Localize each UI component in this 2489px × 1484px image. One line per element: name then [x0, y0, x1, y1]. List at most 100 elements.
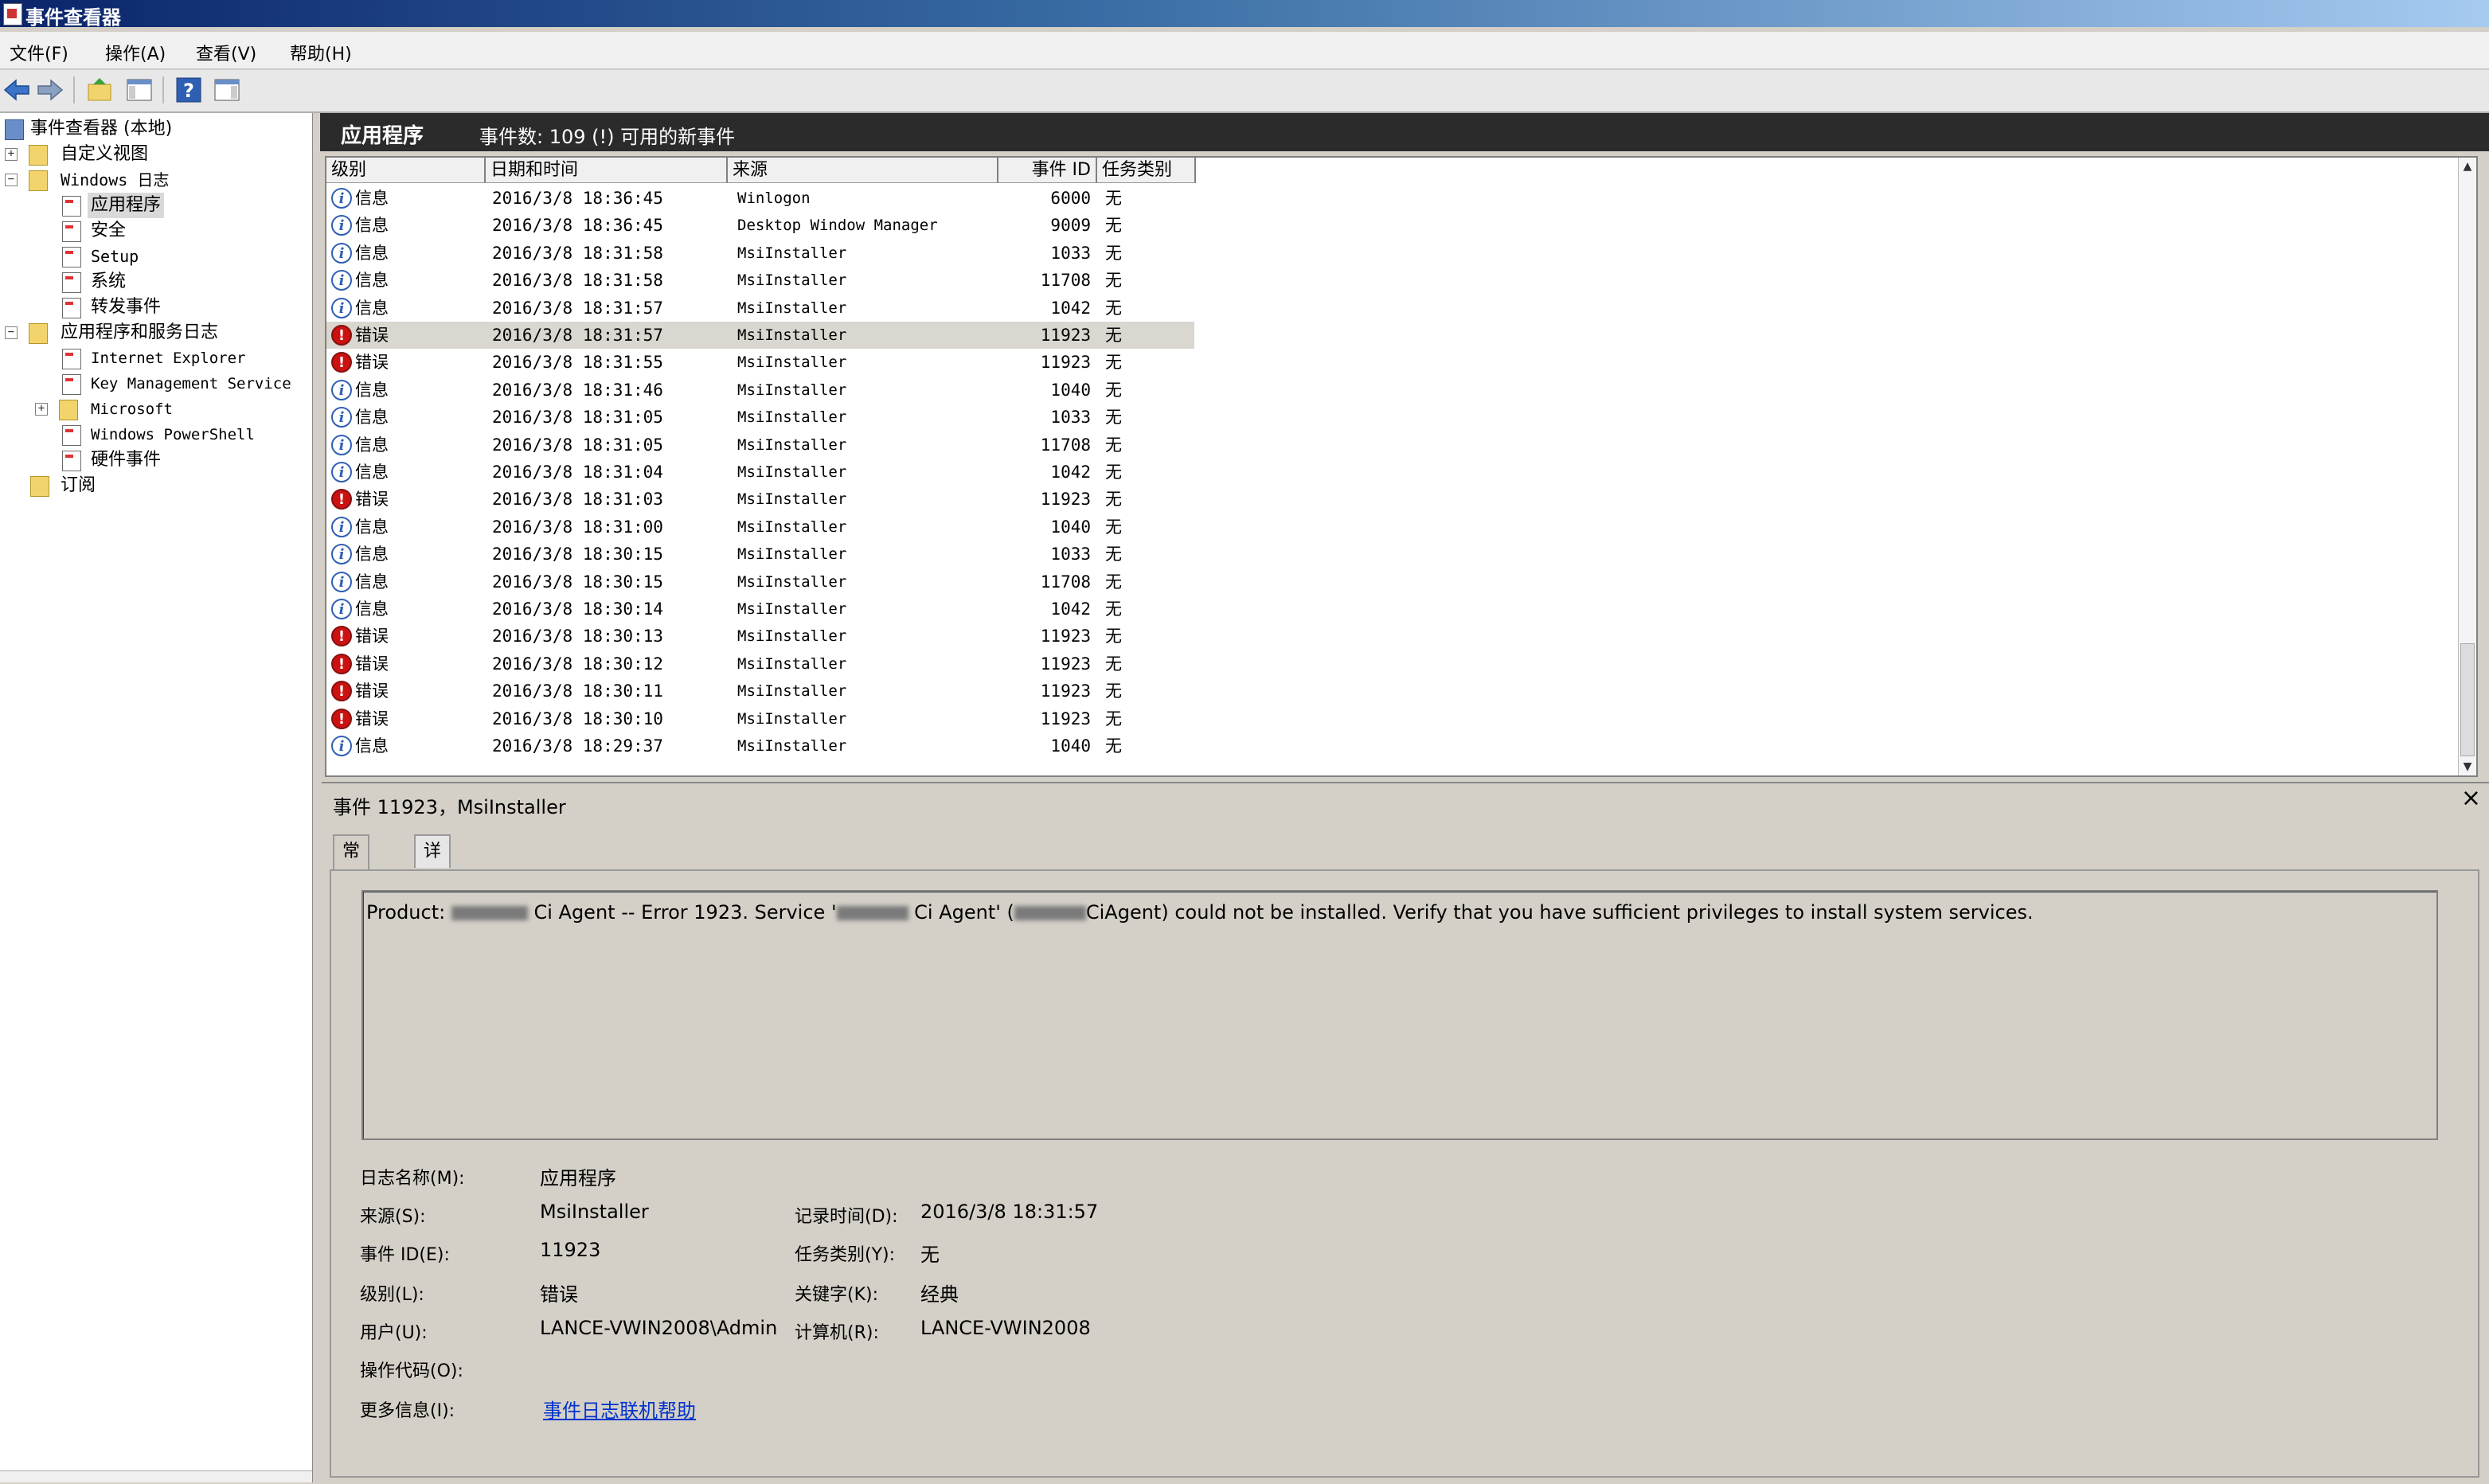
- level-label: 级别(L):: [360, 1285, 424, 1305]
- datetime-cell: 2016/3/8 18:30:11: [492, 681, 663, 701]
- table-row[interactable]: i 信息 2016/3/8 18:29:37 MsiInstaller 1040 无: [326, 732, 1194, 760]
- datetime-cell: 2016/3/8 18:31:58: [492, 243, 663, 263]
- action-pane-icon[interactable]: [212, 75, 242, 105]
- info-icon: i: [331, 270, 352, 291]
- event-id-cell: 1042: [1050, 463, 1091, 482]
- datetime-cell: 2016/3/8 18:31:05: [492, 435, 663, 455]
- table-row[interactable]: i 信息 2016/3/8 18:31:05 MsiInstaller 1033 无: [326, 404, 1194, 431]
- collapse-icon[interactable]: −: [5, 326, 18, 339]
- menu-file[interactable]: 文件(F): [5, 37, 73, 68]
- console-tree-icon[interactable]: [124, 75, 154, 105]
- up-folder-icon[interactable]: [84, 75, 115, 105]
- table-row[interactable]: i 信息 2016/3/8 18:36:45 Winlogon 6000 无: [326, 185, 1194, 212]
- folder-icon: [59, 400, 78, 420]
- column-header-task-category[interactable]: 任务类别: [1097, 158, 1196, 183]
- datetime-cell: 2016/3/8 18:31:04: [492, 463, 663, 482]
- folder-icon: [29, 170, 48, 191]
- back-arrow-icon[interactable]: [2, 75, 32, 105]
- help-icon[interactable]: ?: [174, 75, 204, 105]
- source-cell: MsiInstaller: [737, 271, 847, 290]
- tab-general[interactable]: 常规: [333, 834, 370, 893]
- scroll-up-icon[interactable]: ▲: [2459, 158, 2476, 175]
- scroll-thumb[interactable]: [2460, 643, 2475, 756]
- info-icon: i: [331, 599, 352, 619]
- source-cell: MsiInstaller: [737, 737, 847, 755]
- collapse-icon[interactable]: −: [5, 174, 18, 186]
- event-id-cell: 1040: [1050, 517, 1091, 537]
- table-row[interactable]: i 信息 2016/3/8 18:30:15 MsiInstaller 1033 无: [326, 541, 1194, 568]
- column-header-datetime[interactable]: 日期和时间: [486, 158, 728, 183]
- table-row[interactable]: ! 错误 2016/3/8 18:30:13 MsiInstaller 11923 无: [326, 623, 1194, 650]
- source-cell: MsiInstaller: [737, 545, 847, 564]
- level-cell: 错误: [355, 709, 389, 728]
- table-row[interactable]: i 信息 2016/3/8 18:36:45 Desktop Window Manag…: [326, 212, 1194, 239]
- close-icon[interactable]: ×: [2461, 787, 2481, 810]
- logged-label: 记录时间(D):: [795, 1207, 898, 1227]
- table-row[interactable]: ! 错误 2016/3/8 18:31:03 MsiInstaller 11923 无: [326, 486, 1194, 513]
- column-header-level[interactable]: 级别: [326, 158, 486, 183]
- expand-icon[interactable]: +: [35, 403, 48, 416]
- pane-splitter[interactable]: [313, 113, 321, 1482]
- tree-horizontal-scrollbar[interactable]: [0, 1470, 312, 1482]
- table-row[interactable]: i 信息 2016/3/8 18:31:58 MsiInstaller 1033 无: [326, 240, 1194, 267]
- table-row[interactable]: i 信息 2016/3/8 18:31:05 MsiInstaller 11708 无: [326, 432, 1194, 459]
- table-row[interactable]: ! 错误 2016/3/8 18:30:10 MsiInstaller 11923 无: [326, 705, 1194, 732]
- table-row[interactable]: ! 错误 2016/3/8 18:30:12 MsiInstaller 11923 无: [326, 650, 1194, 678]
- computer-value: LANCE-VWIN2008: [920, 1317, 1091, 1339]
- log-icon: [62, 247, 81, 268]
- event-id-cell: 1033: [1050, 408, 1091, 428]
- toolbar-separator: [162, 76, 164, 103]
- table-row[interactable]: i 信息 2016/3/8 18:31:00 MsiInstaller 1040 无: [326, 514, 1194, 541]
- level-cell: 信息: [355, 545, 389, 564]
- menu-help[interactable]: 帮助(H): [285, 37, 357, 68]
- table-row[interactable]: i 信息 2016/3/8 18:30:14 MsiInstaller 1042 无: [326, 596, 1194, 623]
- task-category-cell: 无: [1105, 216, 1122, 236]
- general-tab-panel: Product: Ci Agent -- Error 1923. Service…: [330, 869, 2479, 1478]
- forward-arrow-icon[interactable]: [35, 75, 65, 105]
- event-log-online-help-link[interactable]: 事件日志联机帮助: [543, 1395, 696, 1423]
- table-row[interactable]: ! 错误 2016/3/8 18:31:55 MsiInstaller 11923 无: [326, 349, 1194, 376]
- source-cell: MsiInstaller: [737, 709, 847, 728]
- log-icon: [62, 374, 81, 395]
- detail-title: 事件 11923，MsiInstaller: [333, 796, 566, 818]
- event-id-cell: 11923: [1040, 654, 1091, 674]
- task-category-cell: 无: [1105, 709, 1122, 728]
- event-id-cell: 1033: [1050, 545, 1091, 564]
- error-icon: !: [331, 626, 352, 647]
- event-count: 事件数: 109 (!) 可用的新事件: [479, 126, 736, 148]
- tab-details[interactable]: 详细信息: [414, 834, 451, 957]
- menu-action[interactable]: 操作(A): [100, 37, 170, 68]
- keywords-label: 关键字(K):: [795, 1285, 879, 1305]
- column-header-event-id[interactable]: 事件 ID: [998, 158, 1097, 183]
- list-vertical-scrollbar[interactable]: ▲ ▼: [2458, 158, 2476, 775]
- redacted-text: [1014, 906, 1086, 920]
- table-row[interactable]: i 信息 2016/3/8 18:31:57 MsiInstaller 1042 无: [326, 295, 1194, 322]
- info-icon: i: [331, 242, 352, 264]
- table-row[interactable]: i 信息 2016/3/8 18:31:58 MsiInstaller 11708 无: [326, 267, 1194, 294]
- column-header-source[interactable]: 来源: [728, 158, 998, 183]
- expand-icon[interactable]: +: [5, 148, 18, 161]
- table-row[interactable]: ! 错误 2016/3/8 18:31:57 MsiInstaller 11923 无: [326, 322, 1194, 349]
- level-cell: 错误: [355, 654, 389, 674]
- scroll-down-icon[interactable]: ▼: [2459, 758, 2476, 775]
- info-icon: i: [331, 188, 352, 209]
- error-icon: !: [331, 489, 352, 510]
- event-message-box[interactable]: Product: Ci Agent -- Error 1923. Service…: [361, 890, 2438, 1140]
- table-row[interactable]: ! 错误 2016/3/8 18:30:11 MsiInstaller 11923 无: [326, 678, 1194, 705]
- event-id-cell: 11923: [1040, 627, 1091, 646]
- table-row[interactable]: i 信息 2016/3/8 18:31:04 MsiInstaller 1042 无: [326, 459, 1194, 486]
- event-id-value: 11923: [540, 1239, 601, 1261]
- event-message[interactable]: Product: Ci Agent -- Error 1923. Service…: [366, 901, 2034, 924]
- info-icon: i: [331, 215, 352, 236]
- table-row[interactable]: i 信息 2016/3/8 18:31:46 MsiInstaller 1040 无: [326, 377, 1194, 404]
- log-icon: [62, 221, 81, 242]
- task-category-value: 无: [920, 1244, 940, 1266]
- table-row[interactable]: i 信息 2016/3/8 18:30:15 MsiInstaller 11708 无: [326, 568, 1194, 596]
- info-icon: i: [331, 516, 352, 537]
- level-cell: 信息: [355, 380, 389, 400]
- level-cell: 信息: [355, 572, 389, 592]
- level-cell: 信息: [355, 435, 389, 455]
- event-id-cell: 1042: [1050, 298, 1091, 318]
- menu-view[interactable]: 查看(V): [191, 37, 261, 68]
- datetime-cell: 2016/3/8 18:30:14: [492, 599, 663, 619]
